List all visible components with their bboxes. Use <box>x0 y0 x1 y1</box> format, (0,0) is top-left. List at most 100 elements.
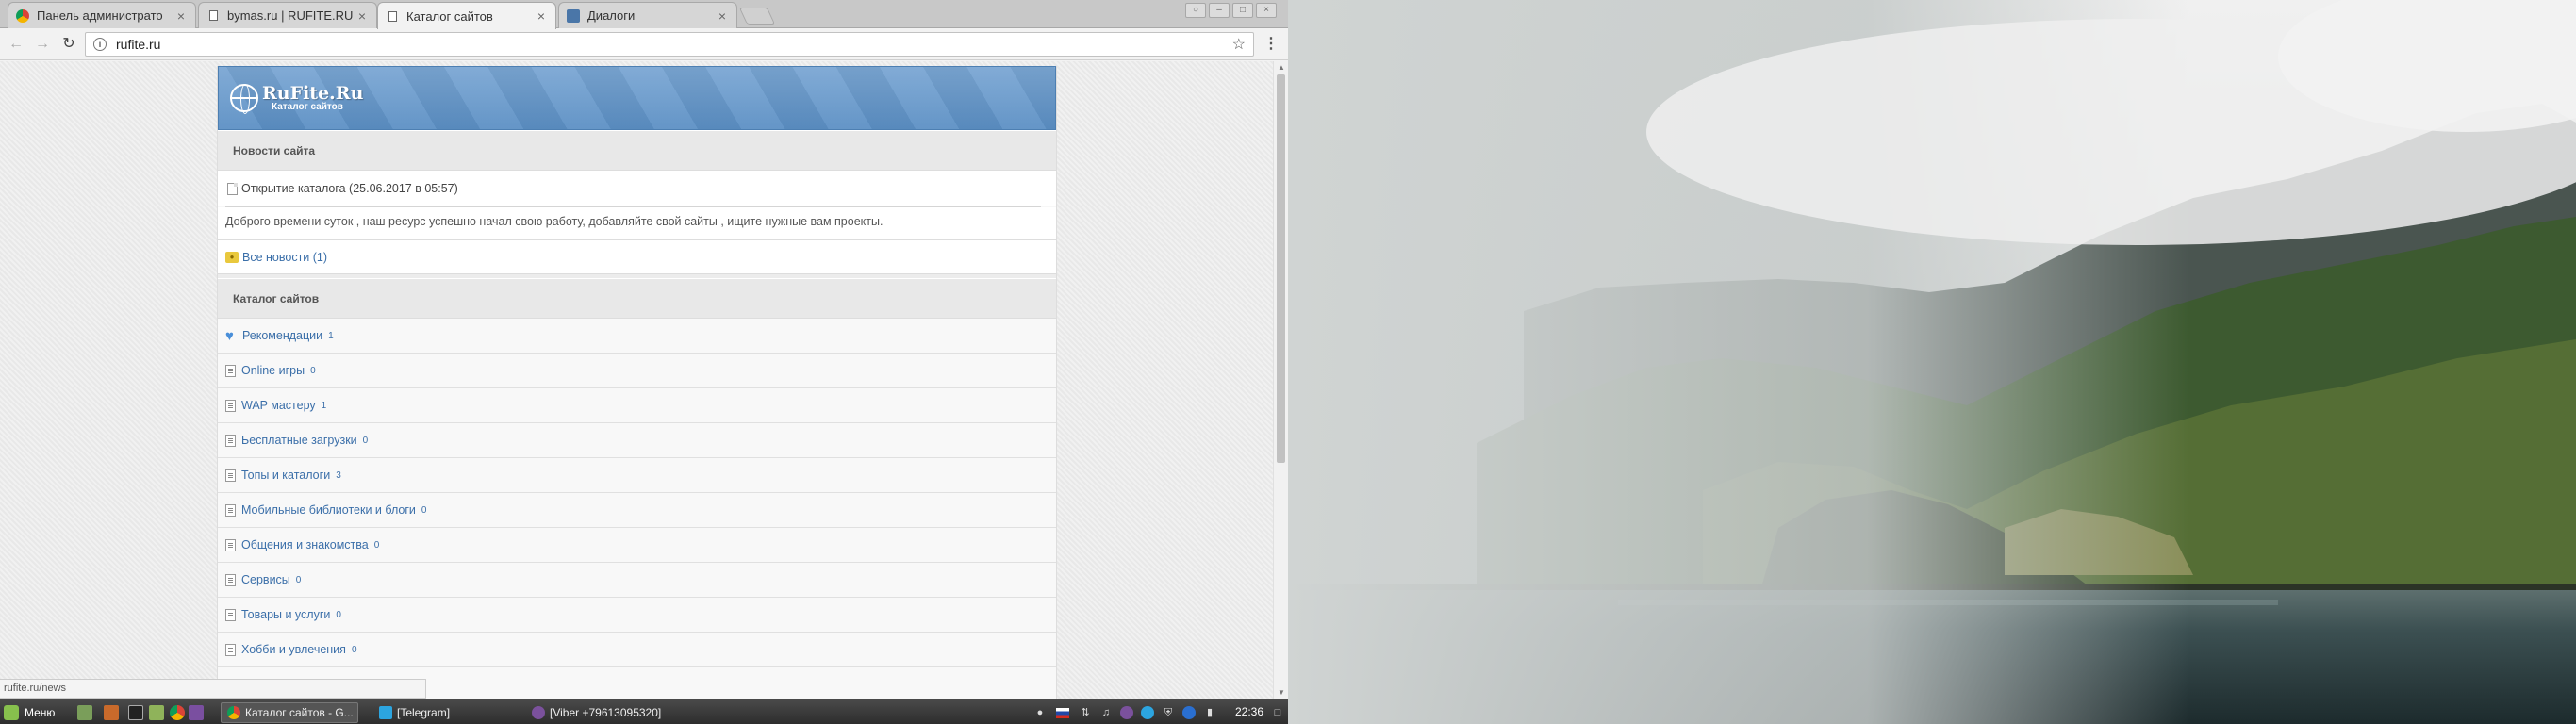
category-link-wap-master[interactable]: WAP мастеру <box>241 399 316 412</box>
document-icon <box>225 538 236 551</box>
category-count: 0 <box>310 365 316 376</box>
document-icon <box>225 469 236 482</box>
scroll-down-arrow-icon[interactable]: ▼ <box>1278 688 1285 697</box>
category-link-recommendations[interactable]: Рекомендации <box>242 329 322 342</box>
site-logo[interactable]: RuFite.Ru Каталог сайтов <box>230 84 363 114</box>
forward-arrow-icon[interactable]: → <box>32 35 53 54</box>
minimize-button[interactable]: – <box>1209 3 1230 18</box>
category-link-services[interactable]: Сервисы <box>241 573 290 586</box>
taskbar: Меню Каталог сайтов - G... [Telegram] [V… <box>0 699 1288 724</box>
close-icon[interactable]: × <box>355 8 369 24</box>
category-row: Хобби и увлечения 0 <box>218 633 1056 667</box>
menu-dots-icon[interactable]: ⋮ <box>1263 36 1279 55</box>
show-desktop-icon[interactable] <box>77 705 92 720</box>
news-item-title: Открытие каталога (25.06.2017 в 05:57) <box>218 171 1056 206</box>
document-icon <box>225 643 236 656</box>
category-row: Топы и каталоги 3 <box>218 458 1056 493</box>
vertical-scrollbar[interactable]: ▲ ▼ <box>1273 61 1288 699</box>
category-row: ♥ Рекомендации 1 <box>218 319 1056 354</box>
category-count: 0 <box>373 539 380 551</box>
close-icon[interactable]: × <box>174 8 188 24</box>
taskbar-item-telegram[interactable]: [Telegram] <box>373 702 524 723</box>
tab-title: bymas.ru | RUFITE.RU <box>227 8 354 23</box>
reload-icon[interactable]: ↻ <box>58 35 79 54</box>
network-icon[interactable]: ⇅ <box>1079 706 1092 719</box>
document-icon <box>225 608 236 621</box>
tab-admin-panel[interactable]: Панель администрато × <box>8 2 196 28</box>
new-tab-button[interactable] <box>738 8 776 25</box>
browser-window: Панель администрато × bymas.ru | RUFITE.… <box>0 0 1288 699</box>
tab-catalog[interactable]: Каталог сайтов × <box>377 2 556 29</box>
viber-tray-icon[interactable] <box>1120 706 1133 719</box>
category-count: 1 <box>321 400 327 411</box>
category-count: 0 <box>295 574 302 585</box>
category-row: Мобильные библиотеки и блоги 0 <box>218 493 1056 528</box>
address-url[interactable]: rufite.ru <box>116 37 1232 52</box>
category-count: 0 <box>421 504 427 516</box>
bookmark-star-icon[interactable]: ☆ <box>1232 35 1246 54</box>
page-icon <box>386 9 399 23</box>
all-news-link[interactable]: Все новости (1) <box>242 251 327 264</box>
category-row: Сервисы 0 <box>218 563 1056 598</box>
app-launcher-icon[interactable] <box>104 705 119 720</box>
category-link-hobbies[interactable]: Хобби и увлечения <box>241 643 346 656</box>
category-link-communication[interactable]: Общения и знакомства <box>241 538 369 551</box>
scroll-up-arrow-icon[interactable]: ▲ <box>1278 63 1285 72</box>
category-link-mobile-libraries[interactable]: Мобильные библиотеки и блоги <box>241 503 416 517</box>
file-manager-icon[interactable] <box>149 705 164 720</box>
terminal-icon[interactable] <box>128 705 143 720</box>
start-menu-button[interactable]: Меню <box>4 703 55 722</box>
close-window-button[interactable]: × <box>1256 3 1277 18</box>
close-icon[interactable]: × <box>716 8 729 24</box>
browser-favicon-icon <box>16 8 29 23</box>
category-row: Бесплатные загрузки 0 <box>218 423 1056 458</box>
close-icon[interactable]: × <box>535 8 548 24</box>
clock[interactable]: 22:36 <box>1235 705 1263 718</box>
category-count: 0 <box>336 609 341 620</box>
viber-icon <box>532 706 545 719</box>
category-count: 0 <box>351 644 357 655</box>
back-arrow-icon[interactable]: ← <box>6 35 26 54</box>
document-icon <box>225 434 236 447</box>
viber-launcher-icon[interactable] <box>189 705 204 720</box>
category-link-tops-catalogs[interactable]: Топы и каталоги <box>241 469 330 482</box>
page-icon <box>206 9 220 23</box>
tab-strip: Панель администрато × bymas.ru | RUFITE.… <box>0 0 1288 29</box>
start-menu-label: Меню <box>25 706 56 719</box>
tab-bymas[interactable]: bymas.ru | RUFITE.RU × <box>198 2 377 28</box>
heart-icon: ♥ <box>225 327 234 344</box>
notification-icon[interactable]: □ <box>1271 706 1284 719</box>
user-icon[interactable]: ○ <box>1185 3 1206 18</box>
category-link-free-downloads[interactable]: Бесплатные загрузки <box>241 434 357 447</box>
vk-favicon-icon <box>567 8 580 23</box>
address-bar[interactable]: i rufite.ru ☆ <box>85 32 1254 57</box>
bluetooth-icon[interactable] <box>1182 706 1196 719</box>
volume-icon[interactable]: ♫ <box>1099 706 1113 719</box>
tab-dialogs[interactable]: Диалоги × <box>558 2 737 28</box>
category-count: 0 <box>362 435 369 446</box>
user-tray-icon[interactable]: ● <box>1033 706 1047 719</box>
maximize-button[interactable]: □ <box>1232 3 1253 18</box>
info-icon[interactable]: i <box>93 38 107 51</box>
shield-icon[interactable]: ⛨ <box>1162 706 1175 719</box>
page-viewport: RuFite.Ru Каталог сайтов Новости сайта О… <box>0 61 1273 699</box>
category-row: WAP мастеру 1 <box>218 388 1056 423</box>
status-bar-url: rufite.ru/news <box>0 679 426 699</box>
scrollbar-thumb[interactable] <box>1277 74 1285 463</box>
keyboard-layout-flag-icon[interactable] <box>1056 708 1069 718</box>
category-row: Общения и знакомства 0 <box>218 528 1056 563</box>
tab-title: Каталог сайтов <box>406 8 493 24</box>
document-icon <box>225 503 236 517</box>
category-link-online-games[interactable]: Online игры <box>241 364 305 377</box>
taskbar-item-viber[interactable]: [Viber +79613095320] <box>526 702 677 723</box>
battery-icon[interactable]: ▮ <box>1203 706 1216 719</box>
document-icon <box>225 364 236 377</box>
news-section-header: Новости сайта <box>218 130 1056 171</box>
document-icon <box>227 182 238 195</box>
category-link-goods-services[interactable]: Товары и услуги <box>241 608 330 621</box>
chrome-launcher-icon[interactable] <box>170 705 185 720</box>
globe-icon <box>230 84 258 114</box>
telegram-tray-icon[interactable] <box>1141 706 1154 719</box>
category-row: Товары и услуги 0 <box>218 598 1056 633</box>
taskbar-item-browser[interactable]: Каталог сайтов - G... <box>221 702 358 723</box>
